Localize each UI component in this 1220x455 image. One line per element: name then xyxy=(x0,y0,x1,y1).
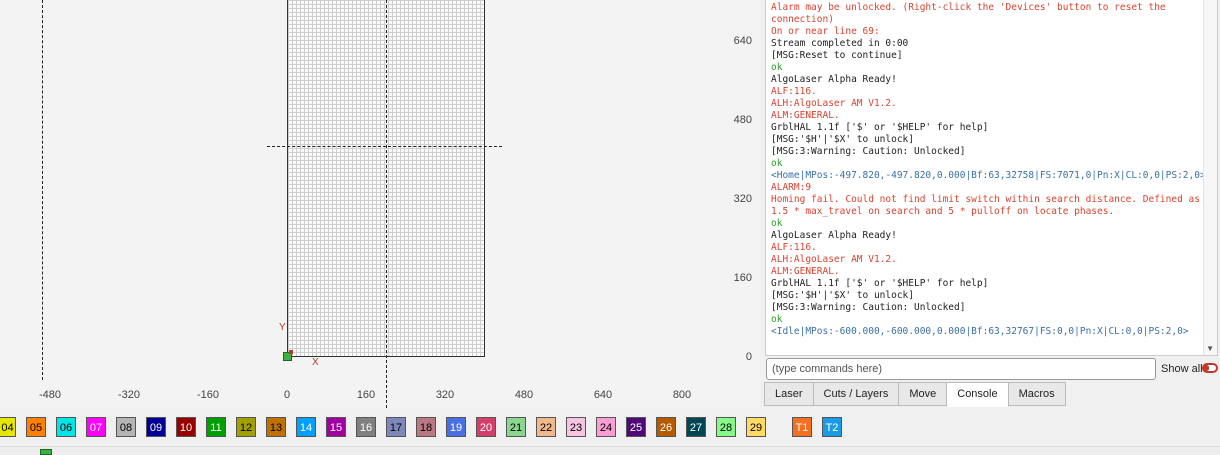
console-scrollbar[interactable]: ▼ xyxy=(1203,0,1217,355)
console-line: <Home|MPos:-497.820,-497.820,0.000|Bf:63… xyxy=(771,170,1206,181)
layer-swatch-14[interactable]: 14 xyxy=(296,417,316,437)
console-line: GrblHAL 1.1f ['$' or '$HELP' for help] xyxy=(771,122,989,133)
console-line: GrblHAL 1.1f ['$' or '$HELP' for help] xyxy=(771,278,989,289)
console-line: [MSG:3:Warning: Caution: Unlocked] xyxy=(771,302,966,313)
guide-line-vertical xyxy=(42,0,43,380)
console-line: ok xyxy=(771,314,783,325)
console-line: [MSG:'$H'|'$X' to unlock] xyxy=(771,134,914,145)
show-all-label: Show all xyxy=(1161,363,1203,375)
console-line: ALF:116. xyxy=(771,86,817,97)
console-lines: Alarm may be unlocked. (Right-click the … xyxy=(766,0,1217,338)
layer-swatch-17[interactable]: 17 xyxy=(386,417,406,437)
x-tick-label: 800 xyxy=(672,389,692,401)
console-line: ALH:AlgoLaser AM V1.2. xyxy=(771,254,897,265)
y-tick-label: 0 xyxy=(745,351,752,363)
x-tick-label: -480 xyxy=(38,389,62,401)
console-line: ALH:AlgoLaser AM V1.2. xyxy=(771,98,897,109)
layer-swatch-10[interactable]: 10 xyxy=(176,417,196,437)
console-line: [MSG:'$H'|'$X' to unlock] xyxy=(771,290,914,301)
scroll-down-arrow-icon[interactable]: ▼ xyxy=(1206,344,1214,353)
console-line: AlgoLaser Alpha Ready! xyxy=(771,230,897,241)
layer-swatch-12[interactable]: 12 xyxy=(236,417,256,437)
console-line: Stream completed in 0:00 xyxy=(771,38,909,49)
layer-swatch-11[interactable]: 11 xyxy=(206,417,226,437)
console-line: ALARM:9 xyxy=(771,182,812,193)
x-tick-label: 480 xyxy=(514,389,534,401)
x-tick-label: 640 xyxy=(593,389,613,401)
console-line: On or near line 69: xyxy=(771,26,880,37)
console-line: ok xyxy=(771,218,783,229)
console-line: Homing fail. Could not find limit switch… xyxy=(771,194,1200,217)
layer-swatch-t2[interactable]: T2 xyxy=(822,417,842,437)
console-line: <Idle|MPos:-600.000,-600.000,0.000|Bf:63… xyxy=(771,326,1189,337)
console-line: ok xyxy=(771,62,783,73)
layer-swatch-16[interactable]: 16 xyxy=(356,417,376,437)
center-line-horizontal xyxy=(267,146,502,147)
console-line: [MSG:3:Warning: Caution: Unlocked] xyxy=(771,146,966,157)
layer-swatch-27[interactable]: 27 xyxy=(686,417,706,437)
console-line: [MSG:Reset to continue] xyxy=(771,50,903,61)
layer-swatch-08[interactable]: 08 xyxy=(116,417,136,437)
console-line: AlgoLaser Alpha Ready! xyxy=(771,74,897,85)
layer-swatch-22[interactable]: 22 xyxy=(536,417,556,437)
workspace-canvas[interactable]: 640 480 320 160 0 -480 -320 -160 0 160 3… xyxy=(0,0,760,408)
x-tick-label: 320 xyxy=(435,389,455,401)
layer-swatch-t1[interactable]: T1 xyxy=(792,417,812,437)
layer-swatch-19[interactable]: 19 xyxy=(446,417,466,437)
y-axis-label: Y xyxy=(279,322,286,333)
layer-swatch-04[interactable]: 04 xyxy=(0,417,16,437)
console-line: ALM:GENERAL. xyxy=(771,110,840,121)
x-tick-label: 160 xyxy=(356,389,376,401)
console-line: ALF:116. xyxy=(771,242,817,253)
layer-swatch-05[interactable]: 05 xyxy=(26,417,46,437)
x-tick-label: -320 xyxy=(117,389,141,401)
status-indicator-icon xyxy=(40,449,52,455)
layer-swatch-24[interactable]: 24 xyxy=(596,417,616,437)
layer-swatch-06[interactable]: 06 xyxy=(56,417,76,437)
layer-swatch-18[interactable]: 18 xyxy=(416,417,436,437)
show-all-toggle[interactable] xyxy=(1202,363,1218,373)
y-tick-label: 640 xyxy=(733,35,752,47)
layer-swatch-07[interactable]: 07 xyxy=(86,417,106,437)
layer-swatch-09[interactable]: 09 xyxy=(146,417,166,437)
layer-swatch-26[interactable]: 26 xyxy=(656,417,676,437)
x-tick-label: -160 xyxy=(196,389,220,401)
y-tick-label: 320 xyxy=(733,193,752,205)
x-tick-label: 0 xyxy=(283,389,291,401)
layer-swatch-13[interactable]: 13 xyxy=(266,417,286,437)
command-input[interactable] xyxy=(766,358,1156,380)
y-tick-label: 160 xyxy=(733,272,752,284)
console-line: ALM:GENERAL. xyxy=(771,266,840,277)
tab-cuts-layers[interactable]: Cuts / Layers xyxy=(812,382,900,406)
y-tick-label: 480 xyxy=(733,114,752,126)
console-line: ok xyxy=(771,158,783,169)
layer-swatch-25[interactable]: 25 xyxy=(626,417,646,437)
layer-swatch-21[interactable]: 21 xyxy=(506,417,526,437)
layer-swatch-28[interactable]: 28 xyxy=(716,417,736,437)
tab-move[interactable]: Move xyxy=(898,382,948,406)
x-axis-label: X xyxy=(312,357,319,368)
laser-position-icon xyxy=(289,350,293,354)
console-output[interactable]: Alarm may be unlocked. (Right-click the … xyxy=(765,0,1218,356)
tab-laser[interactable]: Laser xyxy=(764,382,814,406)
tab-console[interactable]: Console xyxy=(946,382,1009,407)
layer-swatch-23[interactable]: 23 xyxy=(566,417,586,437)
layer-swatch-29[interactable]: 29 xyxy=(746,417,766,437)
layer-swatch-20[interactable]: 20 xyxy=(476,417,496,437)
tab-macros[interactable]: Macros xyxy=(1007,382,1066,406)
center-line-vertical xyxy=(386,0,387,408)
status-bar xyxy=(0,446,1220,454)
layer-swatch-15[interactable]: 15 xyxy=(326,417,346,437)
layer-color-palette: 04 05 06 07 08 09 10 11 12 13 14 15 16 17 18 19 20 21 22 23… xyxy=(0,417,852,437)
panel-tabs: Laser Cuts / Layers Move Console Macros xyxy=(764,382,1066,407)
console-line: Alarm may be unlocked. (Right-click the … xyxy=(771,2,1172,25)
